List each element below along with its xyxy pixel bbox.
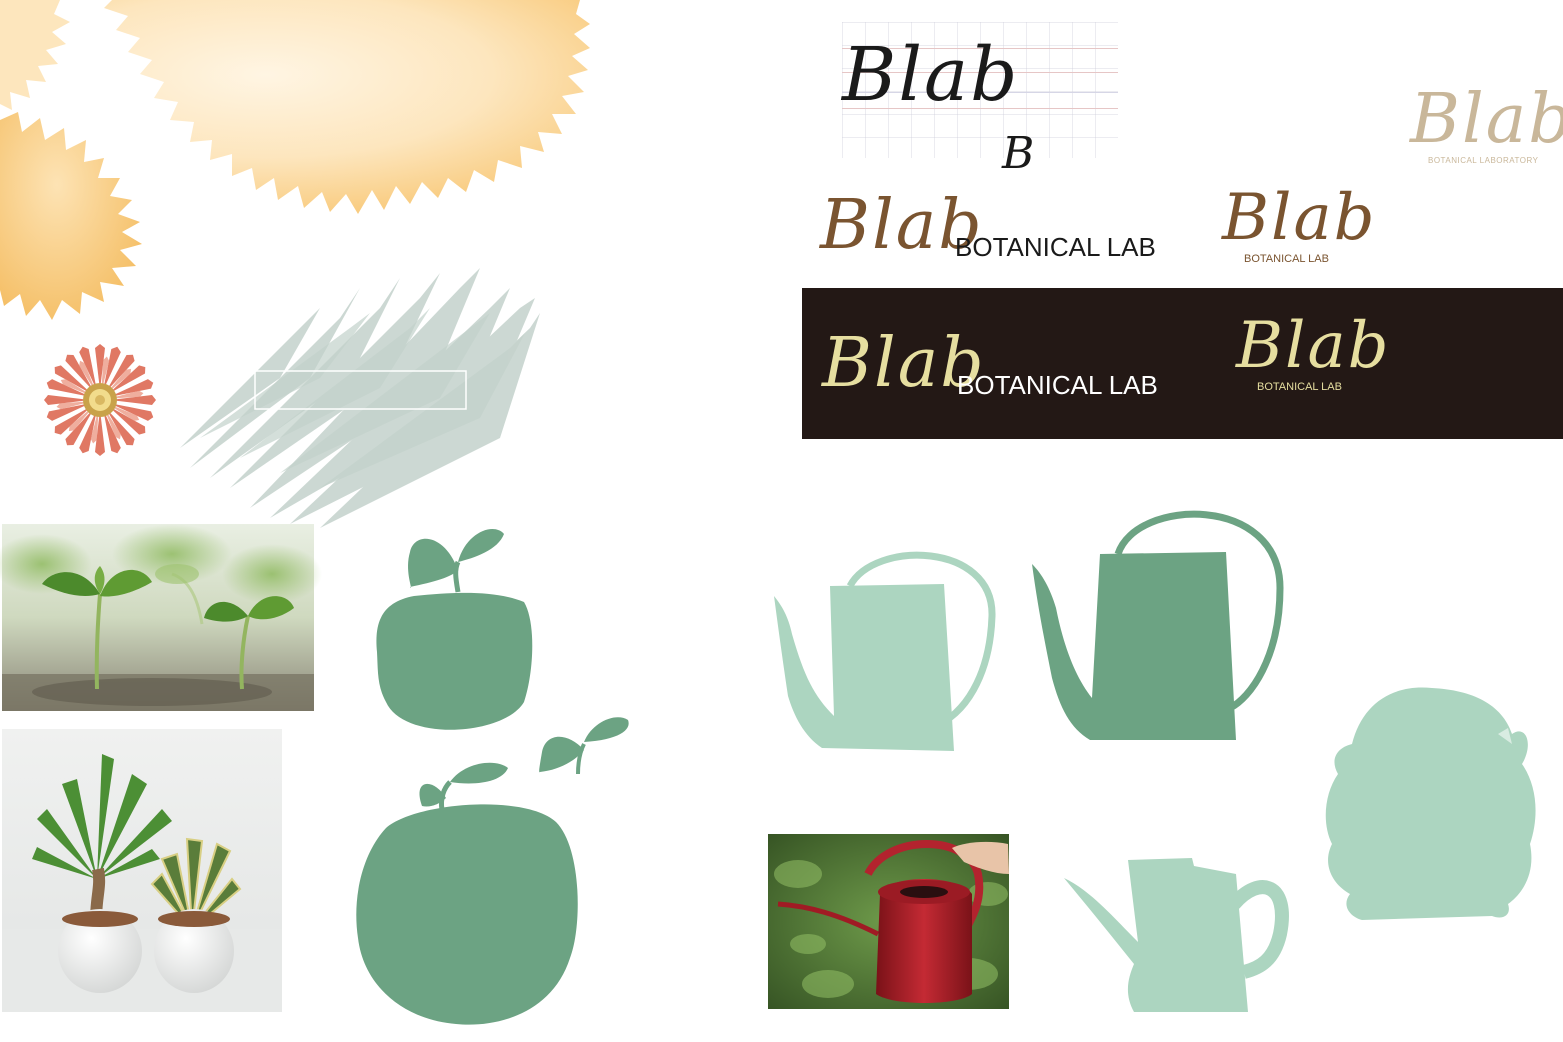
seedlings-photo: [0, 524, 322, 711]
watering-can-photo: [768, 834, 1009, 1009]
coral-daisy-icon: [44, 344, 156, 456]
brown-stack-tagline: BOTANICAL LAB: [1244, 253, 1329, 265]
green-bush-shape: [1325, 687, 1536, 920]
small-sprout-pot-shape: [376, 529, 533, 730]
brown-stack-wordmark: Blab: [1222, 181, 1377, 255]
large-sprout-pot-shape: [356, 762, 578, 1025]
potted-plants-photo: [2, 729, 282, 1012]
brown-tagline: BOTANICAL LAB: [955, 232, 1156, 262]
sketch-wordmark: Blab: [842, 32, 1020, 118]
sketch-monogram: B: [1002, 128, 1037, 179]
small-watering-can-shape: [1064, 858, 1289, 1012]
light-watering-can-shape: [774, 551, 996, 751]
banner-tagline: BOTANICAL LAB: [957, 370, 1158, 400]
light-wordmark: Blab: [1410, 80, 1563, 159]
dark-watering-can-shape: [1032, 510, 1284, 740]
grass-brush-swatch: [180, 268, 540, 528]
light-tagline: BOTANICAL LABORATORY: [1428, 156, 1539, 165]
banner-stack-tagline: BOTANICAL LAB: [1257, 381, 1342, 393]
banner-stack-wordmark: Blab: [1236, 309, 1391, 383]
